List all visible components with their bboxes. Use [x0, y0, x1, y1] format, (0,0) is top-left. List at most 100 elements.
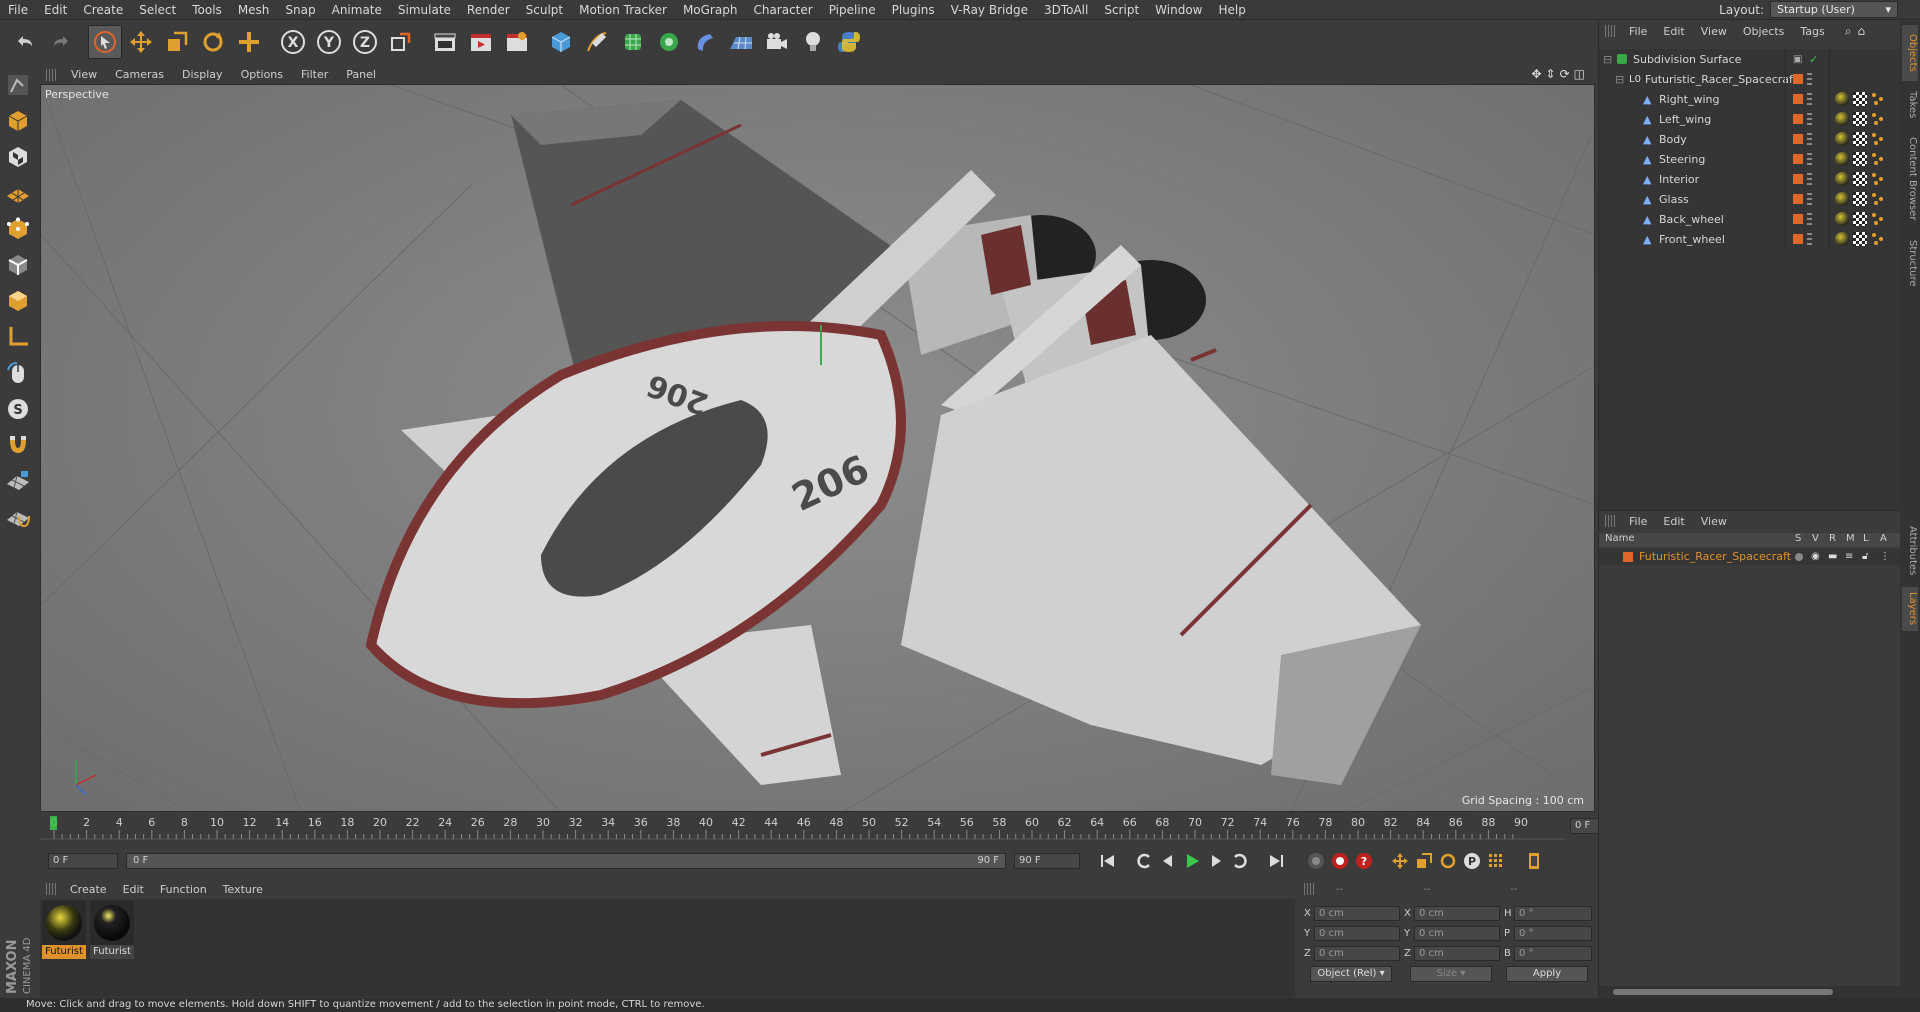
- texture-mode-button[interactable]: [2, 141, 34, 173]
- goto-end-button[interactable]: [1264, 849, 1288, 873]
- expand-icon[interactable]: ⊟: [1603, 53, 1612, 66]
- record-keys-button[interactable]: [1304, 849, 1328, 873]
- edit-toggle-icon[interactable]: ▣: [1793, 54, 1802, 65]
- tab-layers[interactable]: Layers: [1902, 587, 1918, 631]
- light-button[interactable]: [796, 25, 830, 59]
- scale-tool[interactable]: [160, 25, 194, 59]
- subdivision-surface-button[interactable]: [616, 25, 650, 59]
- model-mode-button[interactable]: [2, 105, 34, 137]
- start-frame-field[interactable]: 0 F: [48, 853, 118, 869]
- key-rotation-button[interactable]: [1436, 849, 1460, 873]
- apply-button[interactable]: Apply: [1506, 966, 1588, 982]
- menu-character[interactable]: Character: [745, 0, 820, 20]
- tab-takes[interactable]: Takes: [1902, 85, 1918, 125]
- object-row-racer[interactable]: ⊟ L0 Futuristic_Racer_Spacecraft: [1599, 69, 1901, 89]
- render-view-button[interactable]: [428, 25, 462, 59]
- floor-button[interactable]: [724, 25, 758, 59]
- next-frame-button[interactable]: [1204, 849, 1228, 873]
- play-button[interactable]: [1180, 849, 1204, 873]
- menu-render[interactable]: Render: [459, 0, 518, 20]
- previous-key-button[interactable]: [1132, 849, 1156, 873]
- layer-scrollbar[interactable]: [1599, 986, 1901, 998]
- object-row-left-wing[interactable]: ▲ Left_wing: [1599, 109, 1901, 129]
- layer-color-swatch[interactable]: [1793, 234, 1803, 244]
- render-toggle-icon[interactable]: ▬: [1828, 551, 1837, 562]
- material-menu-edit[interactable]: Edit: [115, 883, 152, 896]
- layer-panel-grip[interactable]: [1605, 515, 1615, 527]
- menu-window[interactable]: Window: [1147, 0, 1210, 20]
- points-mode-button[interactable]: [2, 213, 34, 245]
- visibility-dots-icon[interactable]: [1807, 93, 1812, 105]
- tab-content-browser[interactable]: Content Browser: [1902, 129, 1918, 229]
- y-axis-lock-button[interactable]: Y: [312, 25, 346, 59]
- menu-snap[interactable]: Snap: [277, 0, 323, 20]
- playhead[interactable]: [50, 816, 57, 830]
- om-menu-view[interactable]: View: [1693, 25, 1735, 38]
- menu-select[interactable]: Select: [131, 0, 184, 20]
- home-icon[interactable]: ⌂: [1858, 24, 1866, 38]
- menu-tools[interactable]: Tools: [184, 0, 230, 20]
- uvw-tag-icon[interactable]: [1871, 172, 1885, 186]
- menu-sculpt[interactable]: Sculpt: [518, 0, 571, 20]
- size-mode-dropdown[interactable]: Size ▾: [1410, 966, 1492, 982]
- goto-start-button[interactable]: [1096, 849, 1120, 873]
- key-pla-button[interactable]: [1484, 849, 1508, 873]
- material-tag-icon[interactable]: [1835, 172, 1849, 186]
- edges-mode-button[interactable]: [2, 249, 34, 281]
- viewport-menu-filter[interactable]: Filter: [292, 68, 337, 81]
- position-z-field[interactable]: 0 cm: [1314, 946, 1400, 961]
- menu-vray-bridge[interactable]: V-Ray Bridge: [943, 0, 1036, 20]
- menu-simulate[interactable]: Simulate: [390, 0, 459, 20]
- layer-color-swatch[interactable]: [1623, 552, 1633, 562]
- maximize-view-icon[interactable]: ◫: [1574, 67, 1585, 81]
- panel-grip[interactable]: [46, 68, 56, 81]
- animation-toggle-icon[interactable]: ⋮: [1880, 551, 1890, 562]
- uvw-tag-icon[interactable]: [1871, 232, 1885, 246]
- pan-view-icon[interactable]: ✥: [1531, 67, 1541, 81]
- manager-toggle-icon[interactable]: ≡: [1845, 551, 1853, 562]
- coordinate-mode-dropdown[interactable]: Object (Rel) ▾: [1310, 966, 1392, 982]
- timeline-window-button[interactable]: [1522, 849, 1546, 873]
- next-key-button[interactable]: [1228, 849, 1252, 873]
- object-row-interior[interactable]: ▲ Interior: [1599, 169, 1901, 189]
- menu-motion-tracker[interactable]: Motion Tracker: [571, 0, 675, 20]
- material-panel-grip[interactable]: [46, 883, 56, 895]
- material-tag-icon[interactable]: [1835, 112, 1849, 126]
- dolly-view-icon[interactable]: ⇕: [1546, 67, 1556, 81]
- object-panel-grip[interactable]: [1605, 25, 1615, 37]
- material-tag-icon[interactable]: [1835, 212, 1849, 226]
- texture-tag-icon[interactable]: [1853, 132, 1867, 146]
- eye-icon[interactable]: ◉: [1811, 551, 1820, 562]
- layer-color-swatch[interactable]: [1793, 134, 1803, 144]
- material-swatch[interactable]: Futurist: [90, 901, 134, 959]
- tab-attributes[interactable]: Attributes: [1902, 521, 1918, 581]
- visibility-dots-icon[interactable]: [1807, 133, 1812, 145]
- layer-color-swatch[interactable]: [1793, 74, 1803, 84]
- menu-3dtoall[interactable]: 3DToAll: [1036, 0, 1096, 20]
- viewport-menu-panel[interactable]: Panel: [337, 68, 385, 81]
- material-menu-create[interactable]: Create: [62, 883, 115, 896]
- texture-tag-icon[interactable]: [1853, 172, 1867, 186]
- pen-spline-button[interactable]: [580, 25, 614, 59]
- search-icon[interactable]: ⌕: [1845, 24, 1852, 39]
- visibility-dots-icon[interactable]: [1807, 73, 1812, 85]
- material-tag-icon[interactable]: [1835, 192, 1849, 206]
- object-row-body[interactable]: ▲ Body: [1599, 129, 1901, 149]
- menu-pipeline[interactable]: Pipeline: [821, 0, 884, 20]
- key-scale-button[interactable]: [1412, 849, 1436, 873]
- previous-frame-button[interactable]: [1156, 849, 1180, 873]
- solo-toggle-icon[interactable]: [1795, 553, 1803, 561]
- live-selection-tool[interactable]: [88, 25, 122, 59]
- viewport-menu-cameras[interactable]: Cameras: [106, 68, 173, 81]
- 3d-viewport[interactable]: 206 206 Perspective Grid Spacing : 100 c…: [40, 84, 1595, 812]
- object-row-subdivision[interactable]: ⊟ Subdivision Surface ▣ ✓: [1599, 49, 1901, 69]
- rotation-p-field[interactable]: 0 °: [1514, 926, 1592, 941]
- viewport-menu-options[interactable]: Options: [232, 68, 292, 81]
- menu-animate[interactable]: Animate: [324, 0, 390, 20]
- uvw-tag-icon[interactable]: [1871, 152, 1885, 166]
- x-axis-lock-button[interactable]: X: [276, 25, 310, 59]
- position-x-field[interactable]: 0 cm: [1314, 906, 1400, 921]
- uvw-tag-icon[interactable]: [1871, 192, 1885, 206]
- uvw-tag-icon[interactable]: [1871, 112, 1885, 126]
- menu-help[interactable]: Help: [1210, 0, 1253, 20]
